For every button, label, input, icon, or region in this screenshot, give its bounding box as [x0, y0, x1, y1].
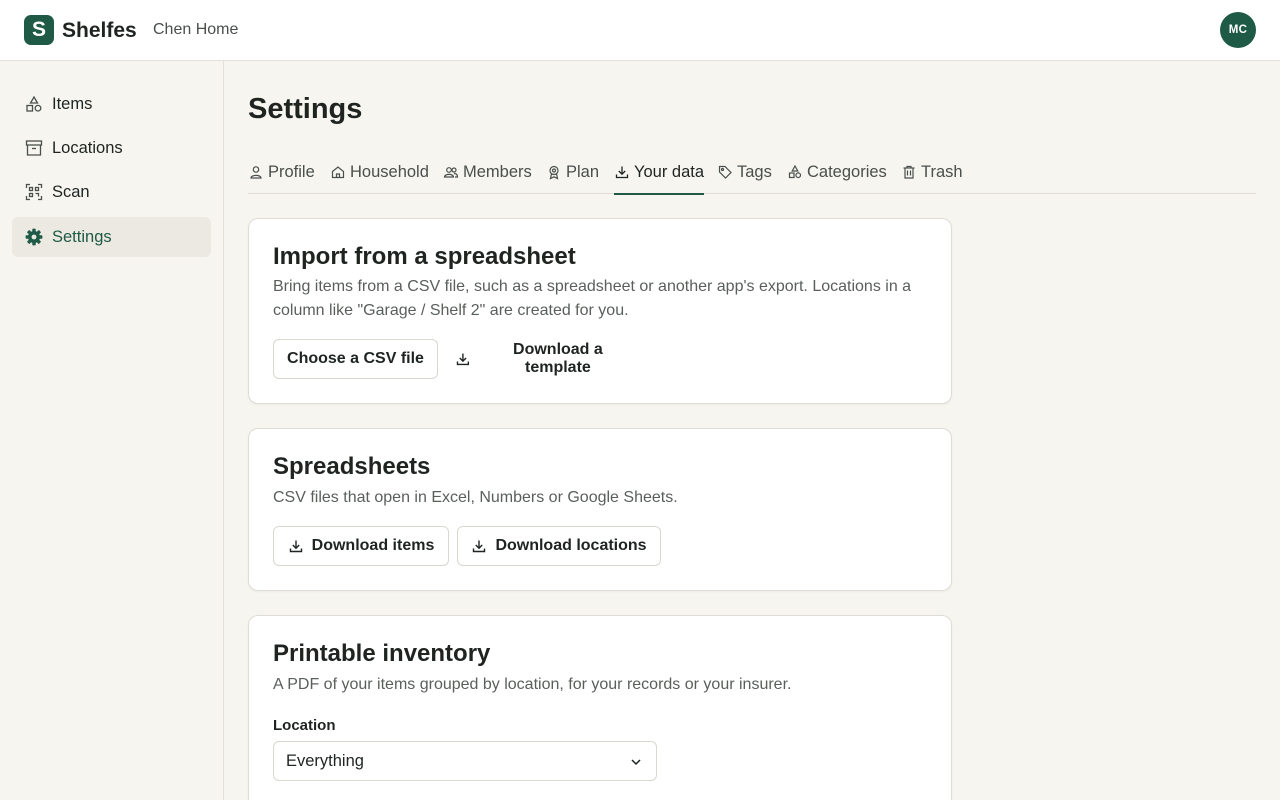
download-icon [473, 540, 486, 553]
tab-profile[interactable]: Profile [248, 150, 315, 194]
printable-inventory-card: Printable inventory A PDF of your items … [248, 615, 952, 800]
sidebar: Items Locations Scan Settings [0, 61, 224, 800]
download-icon [289, 540, 302, 553]
shapes-icon [788, 164, 802, 179]
tab-plan[interactable]: Plan [546, 150, 599, 194]
scan-icon [25, 183, 43, 201]
avatar[interactable]: MC [1220, 12, 1256, 48]
page-title: Settings [248, 93, 363, 125]
download-template-label: Download a template [513, 341, 603, 376]
settings-tabs: Profile Household Members Plan Your data… [248, 150, 1256, 195]
tab-household[interactable]: Household [330, 150, 429, 194]
tab-members[interactable]: Members [443, 150, 532, 194]
tab-label: Profile [268, 162, 315, 181]
sidebar-item-label: Settings [52, 227, 112, 246]
tab-categories[interactable]: Categories [787, 150, 887, 194]
badge-icon [549, 165, 559, 180]
spreadsheets-card-description: CSV files that open in Excel, Numbers or… [273, 489, 678, 506]
location-field-label: Location [273, 717, 336, 734]
sidebar-item-scan[interactable]: Scan [12, 172, 211, 212]
tab-label: Plan [566, 162, 600, 181]
location-select[interactable]: Everything [273, 741, 657, 781]
spreadsheets-card-title: Spreadsheets [273, 453, 431, 480]
sidebar-item-items[interactable]: Items [12, 84, 211, 124]
archive-box-icon [25, 140, 43, 156]
home-icon [331, 166, 345, 179]
trash-icon [903, 165, 915, 179]
download-items-button[interactable]: Download items [273, 526, 449, 566]
sidebar-item-label: Items [52, 94, 93, 113]
tab-label: Trash [921, 162, 963, 181]
sidebar-item-settings[interactable]: Settings [12, 217, 211, 257]
printable-card-description: A PDF of your items grouped by location,… [273, 676, 792, 693]
download-icon [615, 166, 629, 179]
location-select-value: Everything [286, 751, 364, 770]
tag-icon [718, 165, 732, 179]
sidebar-item-label: Scan [52, 182, 90, 201]
import-card: Import from a spreadsheet Bring items fr… [248, 218, 952, 404]
import-card-title: Import from a spreadsheet [273, 243, 576, 270]
tab-trash[interactable]: Trash [901, 150, 963, 194]
download-icon [456, 353, 470, 366]
download-items-label: Download items [311, 537, 435, 554]
download-locations-button[interactable]: Download locations [457, 526, 661, 566]
tab-label: Tags [737, 162, 772, 181]
choose-csv-button[interactable]: Choose a CSV file [273, 339, 438, 379]
spreadsheets-card: Spreadsheets CSV files that open in Exce… [248, 428, 952, 591]
import-card-description: Bring items from a CSV file, such as a s… [273, 278, 912, 319]
tab-label: Categories [807, 162, 887, 181]
tab-your-data[interactable]: Your data [614, 150, 705, 195]
tab-label: Household [350, 162, 429, 181]
user-icon [250, 166, 262, 179]
users-icon [443, 167, 459, 178]
download-locations-label: Download locations [495, 537, 647, 554]
tab-label: Your data [634, 162, 705, 181]
logo-icon[interactable]: S [24, 15, 54, 45]
household-name[interactable]: Chen Home [153, 20, 238, 40]
brand-name[interactable]: Shelfes [62, 18, 137, 44]
gear-icon [25, 228, 43, 246]
chevron-down-icon [631, 759, 641, 766]
printable-card-title: Printable inventory [273, 640, 491, 667]
top-bar: S Shelfes Chen Home MC [0, 0, 1280, 61]
sidebar-item-label: Locations [52, 138, 123, 157]
shapes-icon [26, 95, 42, 112]
download-template-button[interactable]: Download a template [454, 339, 638, 379]
sidebar-item-locations[interactable]: Locations [12, 128, 211, 168]
tab-label: Members [463, 162, 532, 181]
tab-tags[interactable]: Tags [717, 150, 772, 194]
